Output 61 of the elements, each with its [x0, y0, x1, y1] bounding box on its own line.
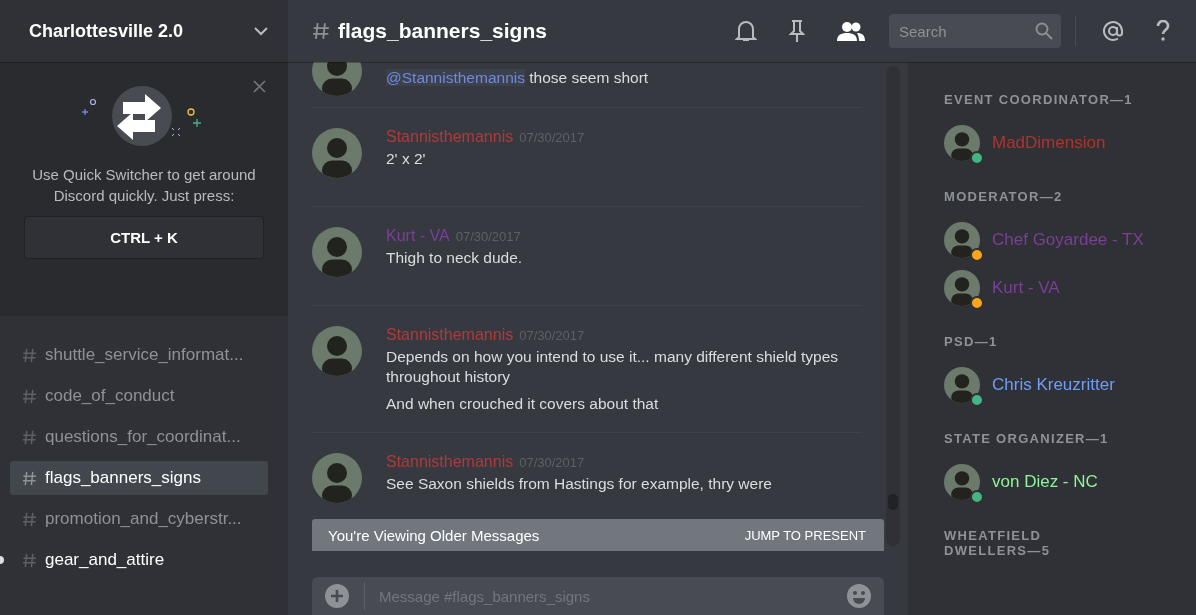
role-heading: STATE ORGANIZER—1: [944, 431, 1110, 446]
channel-title: flags_banners_signs: [338, 19, 547, 43]
channel-item[interactable]: shuttle_service_informat...: [10, 338, 268, 372]
hash-icon: [22, 347, 37, 363]
plus-icon[interactable]: [324, 583, 350, 609]
hash-icon: [312, 22, 330, 40]
hash-icon: [22, 429, 37, 445]
server-name[interactable]: Charlottesville 2.0: [29, 20, 184, 42]
jump-to-present-button[interactable]: JUMP TO PRESENT: [738, 526, 872, 544]
message-text: @Stannisthemannis those seem short: [386, 68, 649, 88]
channel-name: code_of_conduct: [45, 386, 175, 406]
channel-name: promotion_and_cyberstr...: [45, 509, 242, 529]
older-messages-text: You're Viewing Older Messages: [328, 526, 540, 544]
channel-name: flags_banners_signs: [45, 468, 201, 488]
role-heading: WHEATFIELD DWELLERS—5: [944, 528, 1052, 558]
quick-switcher-hint: Use Quick Switcher to get around Discord quickly. Just press:: [31, 165, 257, 206]
channel-item[interactable]: questions_for_coordinat...: [10, 420, 268, 454]
message-text: Thigh to neck dude.: [386, 248, 523, 268]
member-item[interactable]: Chris Kreuzritter: [944, 361, 1176, 409]
role-heading: EVENT COORDINATOR—1: [944, 92, 1134, 107]
hash-icon: [22, 511, 37, 527]
avatar: [312, 326, 362, 376]
channel-item[interactable]: flags_banners_signs: [10, 461, 268, 495]
channel-name: questions_for_coordinat...: [45, 427, 241, 447]
channel-name: gear_and_attire: [45, 550, 165, 570]
member-item[interactable]: von Diez - NC: [944, 458, 1176, 506]
member-name: Chef Goyardee - TX: [992, 230, 1144, 250]
avatar: [312, 453, 362, 503]
avatar: [944, 270, 980, 306]
message-text: See Saxon shields from Hastings for example, thry were: [386, 474, 772, 494]
channel-item[interactable]: promotion_and_cyberstr...: [10, 502, 268, 536]
close-icon[interactable]: [253, 80, 266, 93]
search-input[interactable]: Search: [897, 21, 1035, 41]
member-name: Kurt - VA: [992, 278, 1060, 298]
hash-icon: [22, 388, 37, 404]
message-text: 2' x 2': [386, 149, 427, 169]
avatar: [944, 464, 980, 500]
message-text: Depends on how you intend to use it... many different shield types throughout history: [386, 347, 840, 387]
member-name: von Diez - NC: [992, 472, 1098, 492]
shortcut-key: CTRL + K: [24, 216, 264, 259]
message-text: And when crouched it covers about that: [386, 394, 660, 414]
member-name: MadDimension: [992, 133, 1106, 153]
scrollbar[interactable]: [886, 66, 900, 546]
channel-item[interactable]: code_of_conduct: [10, 379, 268, 413]
role-heading: MODERATOR—2: [944, 189, 1064, 204]
avatar: [312, 227, 362, 277]
hash-icon: [22, 552, 37, 568]
mention-link[interactable]: @Stannisthemannis: [386, 69, 525, 86]
role-heading: PSD—1: [944, 334, 999, 349]
emoji-icon[interactable]: [846, 583, 872, 609]
hash-icon: [22, 470, 37, 486]
member-name: Chris Kreuzritter: [992, 375, 1115, 395]
avatar: [944, 367, 980, 403]
avatar: [944, 125, 980, 161]
channel-name: shuttle_service_informat...: [45, 345, 244, 365]
chevron-down-icon[interactable]: [254, 26, 268, 36]
search-icon: [1035, 22, 1053, 40]
avatar: [312, 128, 362, 178]
search-field[interactable]: Search: [889, 14, 1061, 48]
channel-item[interactable]: gear_and_attire: [10, 543, 268, 577]
avatar: [944, 222, 980, 258]
